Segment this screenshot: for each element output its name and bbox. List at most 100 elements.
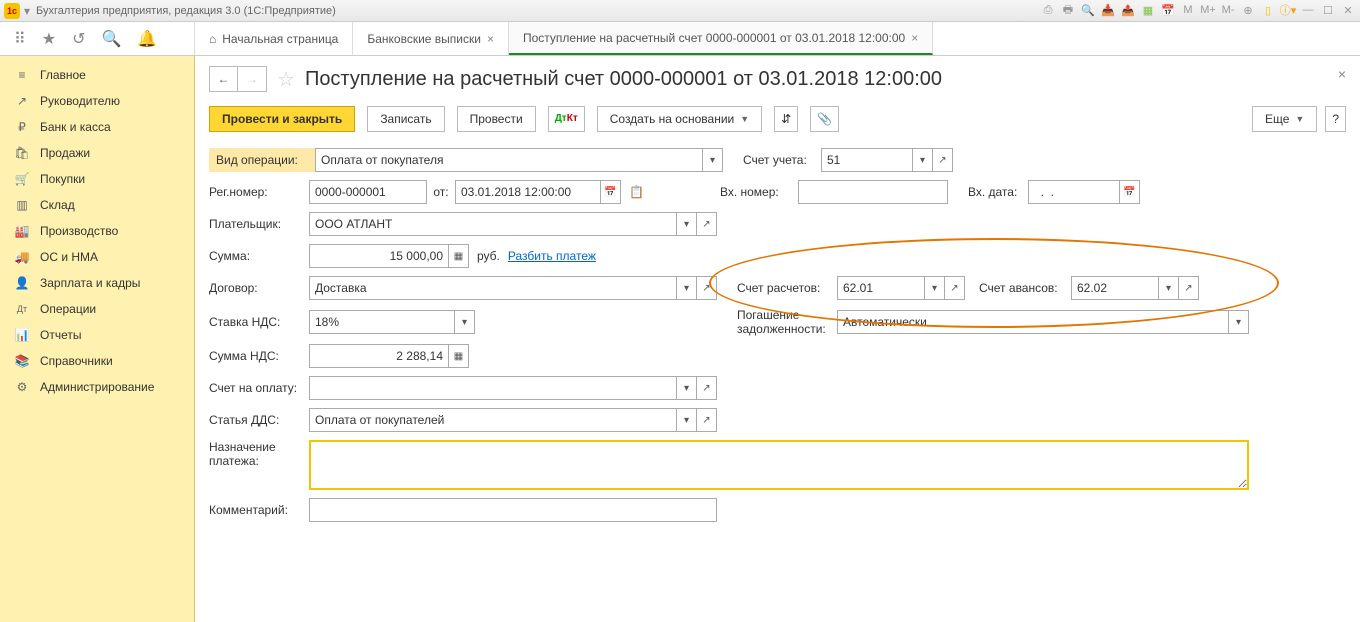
payer-field[interactable] — [309, 212, 677, 236]
open-icon[interactable]: ↗ — [697, 408, 717, 432]
tool-mminus-icon[interactable]: M- — [1220, 2, 1236, 18]
op-type-field[interactable] — [315, 148, 703, 172]
maximize-icon[interactable]: ☐ — [1320, 2, 1336, 18]
tab-home[interactable]: ⌂ Начальная страница — [195, 22, 353, 55]
apps-icon[interactable]: ⠿ — [14, 29, 26, 49]
sidebar-item-assets[interactable]: 🚚ОС и НМА — [0, 244, 194, 270]
dds-field[interactable] — [309, 408, 677, 432]
dropdown-icon[interactable]: ▾ — [925, 276, 945, 300]
save-button[interactable]: Записать — [367, 106, 444, 132]
post-button[interactable]: Провести — [457, 106, 536, 132]
zoom-icon[interactable]: ⊕ — [1240, 2, 1256, 18]
settle-acc-field[interactable] — [837, 276, 925, 300]
sum-field[interactable] — [309, 244, 449, 268]
close-icon[interactable]: × — [487, 32, 494, 46]
factory-icon: 🏭 — [14, 224, 30, 238]
sidebar-item-payroll[interactable]: 👤Зарплата и кадры — [0, 270, 194, 296]
create-based-button[interactable]: Создать на основании▼ — [597, 106, 762, 132]
forward-button[interactable]: → — [238, 67, 266, 91]
sidebar-item-reports[interactable]: 📊Отчеты — [0, 322, 194, 348]
calculator-icon[interactable]: ▦ — [449, 344, 469, 368]
date-field[interactable] — [455, 180, 601, 204]
search-icon[interactable]: 🔍 — [101, 29, 121, 49]
open-icon[interactable]: ↗ — [697, 276, 717, 300]
open-icon[interactable]: ↗ — [697, 376, 717, 400]
vat-sum-field[interactable] — [309, 344, 449, 368]
structure-button[interactable]: ⇵ — [774, 106, 798, 132]
advance-acc-label: Счет авансов: — [979, 281, 1071, 295]
open-icon[interactable]: ↗ — [933, 148, 953, 172]
dropdown-icon[interactable]: ▾ — [1159, 276, 1179, 300]
tool-m-icon[interactable]: M — [1180, 2, 1196, 18]
sidebar-item-bank[interactable]: ₽Банк и касса — [0, 114, 194, 140]
comment-field[interactable] — [309, 498, 717, 522]
minimize-icon[interactable]: — — [1300, 2, 1316, 18]
info-icon[interactable]: ⓘ▾ — [1280, 2, 1296, 18]
open-icon[interactable]: ↗ — [1179, 276, 1199, 300]
dt-kt-button[interactable]: ДтКт — [548, 106, 585, 132]
contract-field[interactable] — [309, 276, 677, 300]
dropdown-icon[interactable]: ▾ — [677, 276, 697, 300]
help-button[interactable]: ? — [1325, 106, 1346, 132]
sidebar-item-catalogs[interactable]: 📚Справочники — [0, 348, 194, 374]
calculator-icon[interactable]: ▦ — [1140, 2, 1156, 18]
tab-bank-statements[interactable]: Банковские выписки × — [353, 22, 509, 55]
vat-rate-field[interactable] — [309, 310, 455, 334]
debt-field[interactable] — [837, 310, 1229, 334]
regnum-field[interactable] — [309, 180, 427, 204]
sidebar-item-main[interactable]: ≡Главное — [0, 62, 194, 88]
sidebar-item-sales[interactable]: 🛍Продажи — [0, 140, 194, 166]
tool-icon[interactable]: ⎙ — [1040, 2, 1056, 18]
dropdown-icon[interactable]: ▾ — [455, 310, 475, 334]
star-icon[interactable]: ★ — [42, 29, 56, 49]
tool-mplus-icon[interactable]: M+ — [1200, 2, 1216, 18]
sidebar-item-operations[interactable]: ДтОперации — [0, 296, 194, 322]
dropdown-icon[interactable]: ▾ — [677, 408, 697, 432]
split-payment-link[interactable]: Разбить платеж — [508, 249, 596, 263]
in-num-field[interactable] — [798, 180, 948, 204]
tool-icon[interactable]: 📤 — [1120, 2, 1136, 18]
sidebar-item-production[interactable]: 🏭Производство — [0, 218, 194, 244]
close-icon[interactable]: × — [911, 31, 918, 45]
check-icon: 📋 — [629, 185, 644, 199]
history-icon[interactable]: ↺ — [72, 29, 85, 49]
purpose-textarea[interactable] — [309, 440, 1249, 490]
print-icon[interactable]: 🖶 — [1060, 2, 1076, 18]
document-content: × ← → ☆ Поступление на расчетный счет 00… — [195, 56, 1360, 622]
close-icon[interactable]: ✕ — [1340, 2, 1356, 18]
dropdown-icon[interactable]: ▾ — [677, 376, 697, 400]
sidebar-item-purchases[interactable]: 🛒Покупки — [0, 166, 194, 192]
main-area: ≡Главное ↗Руководителю ₽Банк и касса 🛍Пр… — [0, 56, 1360, 622]
currency-label: руб. — [477, 249, 500, 263]
dropdown-icon[interactable]: ▾ — [703, 148, 723, 172]
tool-icon[interactable]: 📥 — [1100, 2, 1116, 18]
more-button[interactable]: Еще▼ — [1252, 106, 1317, 132]
calendar-icon[interactable]: 📅 — [601, 180, 621, 204]
dropdown-icon[interactable]: ▾ — [24, 4, 30, 18]
tab-receipt[interactable]: Поступление на расчетный счет 0000-00000… — [509, 22, 933, 55]
dropdown-icon[interactable]: ▾ — [1229, 310, 1249, 334]
open-icon[interactable]: ↗ — [697, 212, 717, 236]
dropdown-icon[interactable]: ▾ — [677, 212, 697, 236]
dropdown-icon[interactable]: ▾ — [913, 148, 933, 172]
favorite-star-icon[interactable]: ☆ — [277, 67, 295, 92]
invoice-field[interactable] — [309, 376, 677, 400]
close-icon[interactable]: × — [1338, 66, 1346, 82]
advance-acc-field[interactable] — [1071, 276, 1159, 300]
calculator-icon[interactable]: ▦ — [449, 244, 469, 268]
calendar-icon[interactable]: 📅 — [1160, 2, 1176, 18]
attach-button[interactable]: 📎 — [810, 106, 839, 132]
bell-icon[interactable]: 🔔 — [137, 29, 157, 49]
form-area: Вид операции: ▾ Счет учета: ▾ ↗ Рег.номе… — [209, 148, 1346, 522]
back-button[interactable]: ← — [210, 67, 238, 91]
sidebar-item-manager[interactable]: ↗Руководителю — [0, 88, 194, 114]
sidebar-item-admin[interactable]: ⚙Администрирование — [0, 374, 194, 400]
calendar-icon[interactable]: 📅 — [1120, 180, 1140, 204]
open-icon[interactable]: ↗ — [945, 276, 965, 300]
sidebar-item-warehouse[interactable]: ▥Склад — [0, 192, 194, 218]
tool-icon[interactable]: 🔍 — [1080, 2, 1096, 18]
account-field[interactable] — [821, 148, 913, 172]
post-close-button[interactable]: Провести и закрыть — [209, 106, 355, 132]
in-date-field[interactable] — [1028, 180, 1120, 204]
panel-icon[interactable]: ▯ — [1260, 2, 1276, 18]
